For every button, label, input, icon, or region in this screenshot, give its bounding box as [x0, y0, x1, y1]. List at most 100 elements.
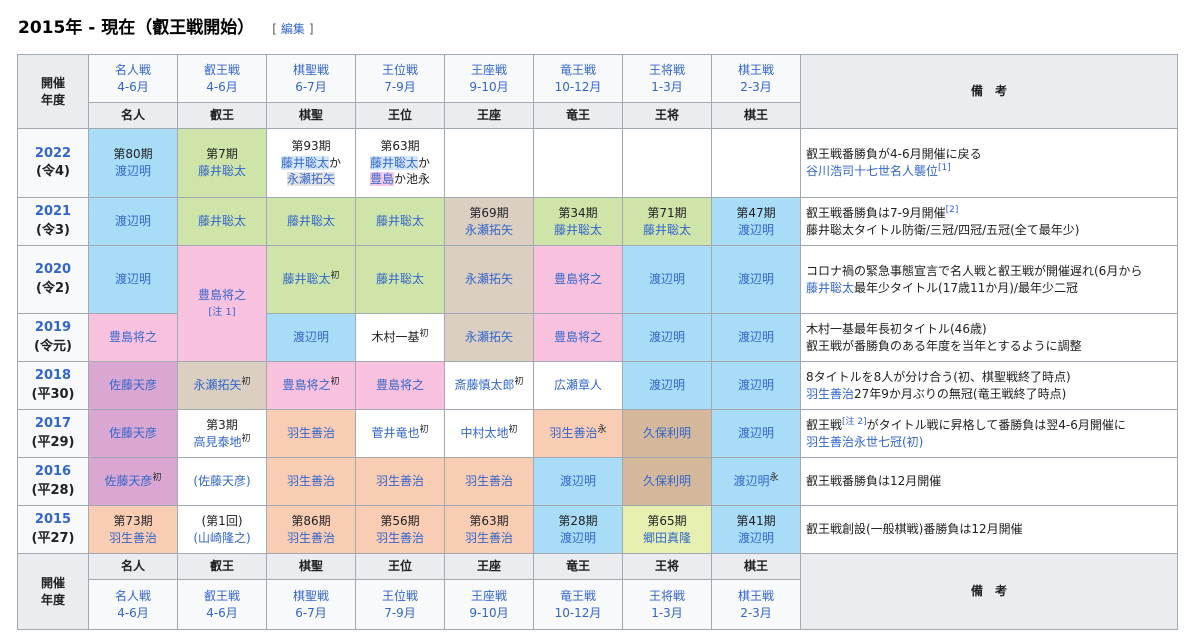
remark-link[interactable]: 羽生善治永世七冠(初) [806, 435, 923, 449]
player-link[interactable]: 永瀬拓矢 [193, 378, 241, 392]
player-link[interactable]: 渡辺明 [293, 330, 329, 344]
player-link[interactable]: 羽生善治 [465, 474, 513, 488]
player-link[interactable]: 佐藤天彦 [109, 426, 157, 440]
player-link[interactable]: (山崎隆之) [193, 531, 250, 545]
remark-link[interactable]: 藤井聡太 [806, 281, 854, 295]
event-months[interactable]: 7-9月 [358, 605, 442, 622]
player-link[interactable]: 渡辺明 [115, 214, 151, 228]
event-months[interactable]: 9-10月 [447, 79, 531, 96]
player-link[interactable]: 渡辺明 [649, 272, 685, 286]
player-link[interactable]: 渡辺明 [738, 223, 774, 237]
year-link[interactable]: 2017 [20, 415, 86, 433]
event-months[interactable]: 1-3月 [625, 605, 709, 622]
player-link[interactable]: 永瀬拓矢 [465, 223, 513, 237]
player-link[interactable]: 藤井聡太 [282, 272, 330, 286]
event-months[interactable]: 4-6月 [180, 605, 264, 622]
event-months[interactable]: 10-12月 [536, 79, 620, 96]
event-link[interactable]: 王位戦 [358, 588, 442, 605]
event-months[interactable]: 1-3月 [625, 79, 709, 96]
player-link[interactable]: 渡辺明 [738, 426, 774, 440]
player-link[interactable]: 渡辺明 [649, 330, 685, 344]
event-link[interactable]: 王将戦 [625, 62, 709, 79]
player-link[interactable]: 豊島将之 [109, 330, 157, 344]
event-link[interactable]: 棋王戦 [714, 62, 798, 79]
player-link[interactable]: 渡辺明 [733, 474, 769, 488]
footnote-link[interactable]: [1] [938, 163, 951, 173]
player-link[interactable]: 豊島 [369, 172, 394, 187]
player-link[interactable]: 渡辺明 [560, 474, 596, 488]
player-link[interactable]: 藤井聡太 [376, 272, 424, 286]
player-link[interactable]: 永瀬拓矢 [286, 172, 335, 187]
player-link[interactable]: 豊島将之 [282, 378, 330, 392]
player-link[interactable]: 藤井聡太 [287, 214, 335, 228]
event-link[interactable]: 棋聖戦 [269, 588, 353, 605]
event-months[interactable]: 9-10月 [447, 605, 531, 622]
event-link[interactable]: 竜王戦 [536, 62, 620, 79]
player-link[interactable]: 永瀬拓矢 [465, 330, 513, 344]
player-link[interactable]: 藤井聡太 [554, 223, 602, 237]
year-link[interactable]: 2018 [20, 367, 86, 385]
player-link[interactable]: 渡辺明 [738, 330, 774, 344]
player-link[interactable]: 羽生善治 [549, 426, 597, 440]
player-link[interactable]: 高見泰地 [193, 435, 241, 449]
player-link[interactable]: 羽生善治 [465, 531, 513, 545]
event-link[interactable]: 王将戦 [625, 588, 709, 605]
player-link[interactable]: 渡辺明 [738, 378, 774, 392]
player-link[interactable]: 藤井聡太 [643, 223, 691, 237]
player-link[interactable]: 羽生善治 [287, 426, 335, 440]
player-link[interactable]: 郷田真隆 [643, 531, 691, 545]
player-link[interactable]: (佐藤天彦) [193, 474, 250, 488]
player-link[interactable]: 藤井聡太 [280, 155, 329, 170]
player-link[interactable]: 菅井竜也 [371, 426, 419, 440]
event-months[interactable]: 4-6月 [91, 79, 175, 96]
event-link[interactable]: 棋王戦 [714, 588, 798, 605]
player-link[interactable]: 藤井聡太 [369, 155, 418, 170]
event-months[interactable]: 4-6月 [91, 605, 175, 622]
event-link[interactable]: 竜王戦 [536, 588, 620, 605]
event-link[interactable]: 王位戦 [358, 62, 442, 79]
event-months[interactable]: 7-9月 [358, 79, 442, 96]
player-link[interactable]: 佐藤天彦 [109, 378, 157, 392]
player-link[interactable]: 羽生善治 [376, 474, 424, 488]
event-link[interactable]: 棋聖戦 [269, 62, 353, 79]
player-link[interactable]: 藤井聡太 [198, 214, 246, 228]
player-link[interactable]: 中村太地 [460, 426, 508, 440]
player-link[interactable]: 久保利明 [643, 474, 691, 488]
event-months[interactable]: 6-7月 [269, 605, 353, 622]
player-link[interactable]: 豊島将之 [554, 330, 602, 344]
year-link[interactable]: 2019 [20, 319, 86, 337]
event-link[interactable]: 名人戦 [91, 62, 175, 79]
year-link[interactable]: 2020 [20, 261, 86, 279]
player-link[interactable]: 渡辺明 [738, 272, 774, 286]
player-link[interactable]: 渡辺明 [560, 531, 596, 545]
event-months[interactable]: 2-3月 [714, 79, 798, 96]
player-link[interactable]: 羽生善治 [287, 531, 335, 545]
player-link[interactable]: 豊島将之 [376, 378, 424, 392]
event-link[interactable]: 王座戦 [447, 62, 531, 79]
footnote-link[interactable]: [2] [946, 205, 959, 215]
event-months[interactable]: 6-7月 [269, 79, 353, 96]
player-link[interactable]: 渡辺明 [115, 272, 151, 286]
event-link[interactable]: 叡王戦 [180, 62, 264, 79]
footnote-link[interactable]: [注 2] [842, 417, 867, 427]
event-months[interactable]: 10-12月 [536, 605, 620, 622]
event-link[interactable]: 名人戦 [91, 588, 175, 605]
player-link[interactable]: 斎藤慎太郎 [454, 378, 514, 392]
player-link[interactable]: 豊島将之 [198, 288, 246, 302]
player-link[interactable]: 豊島将之 [554, 272, 602, 286]
year-link[interactable]: 2016 [20, 463, 86, 481]
player-link[interactable]: 永瀬拓矢 [465, 272, 513, 286]
event-link[interactable]: 王座戦 [447, 588, 531, 605]
year-link[interactable]: 2022 [20, 145, 86, 163]
player-link[interactable]: 羽生善治 [376, 531, 424, 545]
player-link[interactable]: 佐藤天彦 [104, 474, 152, 488]
player-link[interactable]: 藤井聡太 [198, 164, 246, 178]
player-link[interactable]: 広瀬章人 [554, 378, 602, 392]
player-link[interactable]: [注 1] [208, 307, 235, 318]
event-link[interactable]: 叡王戦 [180, 588, 264, 605]
player-link[interactable]: 藤井聡太 [376, 214, 424, 228]
year-link[interactable]: 2015 [20, 511, 86, 529]
year-link[interactable]: 2021 [20, 203, 86, 221]
remark-link[interactable]: 羽生善治 [806, 387, 854, 401]
event-months[interactable]: 4-6月 [180, 79, 264, 96]
